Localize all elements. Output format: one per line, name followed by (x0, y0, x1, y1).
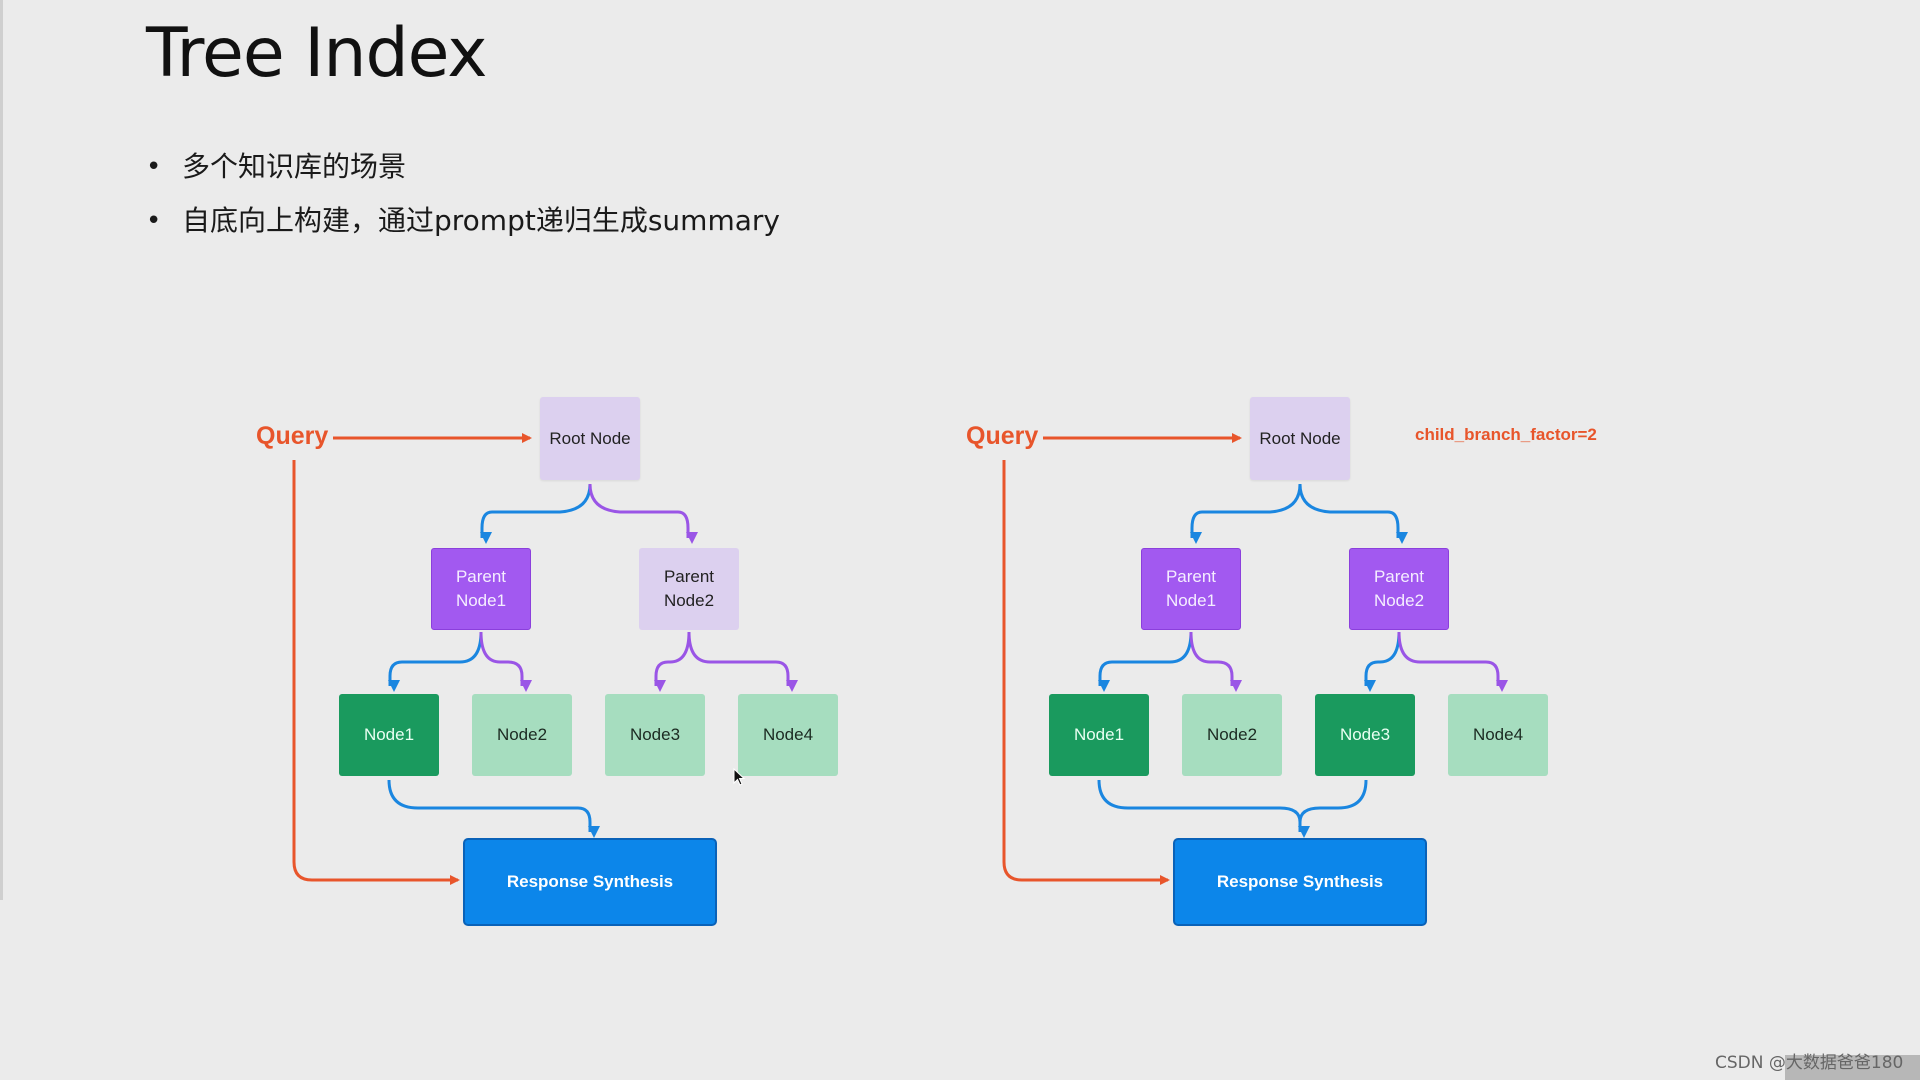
parent1-to-node2-arrow (479, 631, 532, 692)
watermark: CSDN @大数据爸爸180 (1715, 1053, 1904, 1073)
parent2-to-node3-arrow (1364, 631, 1401, 692)
bullet-list: • 多个知识库的场景 • 自底向上构建，通过prompt递归生成summary (146, 140, 780, 248)
response-synthesis-box: Response Synthesis (463, 838, 717, 926)
node1-to-response-arrow (387, 779, 600, 838)
bullet-item: • 多个知识库的场景 (146, 140, 780, 194)
tree-diagram-left: Query Root Node Parent Node1 Parent Node… (240, 380, 980, 940)
bullet-text: 多个知识库的场景 (182, 150, 407, 183)
bullet-text: 自底向上构建，通过prompt递归生成summary (182, 204, 780, 237)
tree-diagram-right: Query Root Node child_branch_factor=2 Pa… (950, 380, 1690, 940)
parent-node-1: Parent Node1 (1141, 548, 1241, 630)
parent1-to-node1-arrow (1098, 631, 1193, 692)
query-to-response-arrow (292, 460, 460, 885)
bullet-item: • 自底向上构建，通过prompt递归生成summary (146, 194, 780, 248)
bullet-dot-icon: • (146, 152, 162, 182)
parent2-to-node4-arrow (1397, 631, 1508, 692)
mouse-cursor-icon (733, 768, 746, 786)
leaf-node-2: Node2 (1182, 694, 1282, 776)
parent-node-2: Parent Node2 (1349, 548, 1449, 630)
parent1-to-node2-arrow (1189, 631, 1242, 692)
root-to-parent2-arrow (588, 483, 698, 544)
leaf-node-3: Node3 (1315, 694, 1415, 776)
child-branch-factor-label: child_branch_factor=2 (1415, 425, 1597, 444)
root-node: Root Node (1250, 397, 1350, 480)
root-to-parent1-arrow (1190, 483, 1302, 544)
root-node: Root Node (540, 397, 640, 480)
query-label: Query (256, 422, 329, 450)
leaf-node-4: Node4 (738, 694, 838, 776)
leaf-node-2: Node2 (472, 694, 572, 776)
response-synthesis-box: Response Synthesis (1173, 838, 1427, 926)
parent-node-1: Parent Node1 (431, 548, 531, 630)
root-to-parent1-arrow (480, 483, 592, 544)
parent2-to-node4-arrow (687, 631, 798, 692)
node1-to-response-arrow (1097, 779, 1310, 838)
query-to-response-arrow (1002, 460, 1170, 885)
query-label: Query (966, 422, 1039, 450)
parent1-to-node1-arrow (388, 631, 483, 692)
slide-title: Tree Index (146, 14, 487, 93)
slide-left-edge (0, 0, 3, 900)
root-to-parent2-arrow (1298, 483, 1408, 544)
node3-to-response-arrow (1298, 779, 1368, 823)
leaf-node-1: Node1 (1049, 694, 1149, 776)
leaf-node-4: Node4 (1448, 694, 1548, 776)
bullet-dot-icon: • (146, 206, 162, 236)
leaf-node-1: Node1 (339, 694, 439, 776)
leaf-node-3: Node3 (605, 694, 705, 776)
parent-node-2: Parent Node2 (639, 548, 739, 630)
parent2-to-node3-arrow (654, 631, 691, 692)
